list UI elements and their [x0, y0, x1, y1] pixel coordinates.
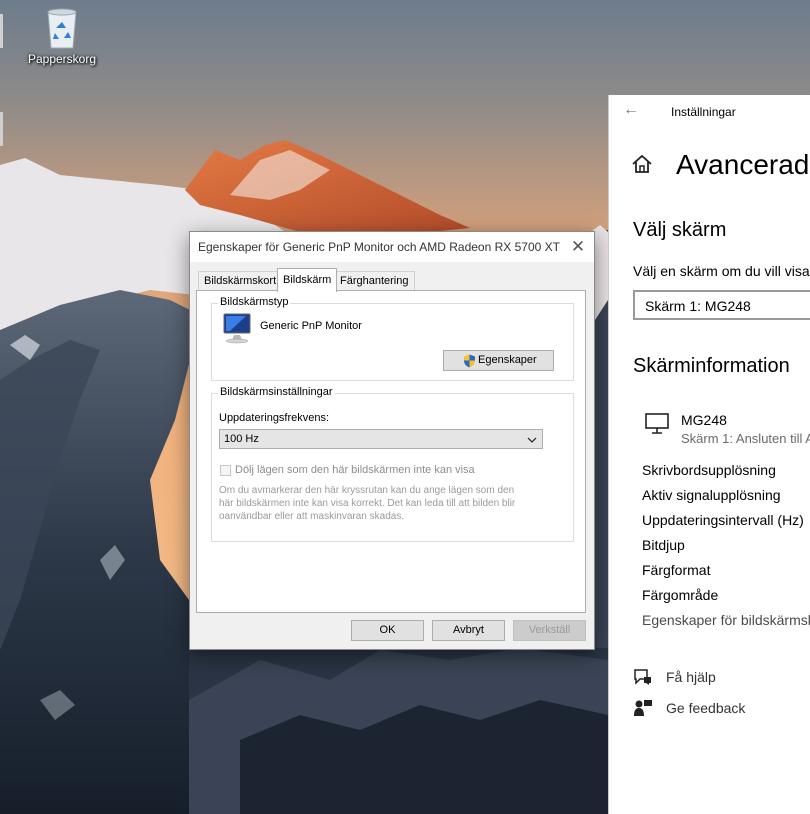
ok-button-label: OK: [379, 624, 396, 636]
home-icon[interactable]: [631, 153, 653, 175]
hide-modes-label: Dölj lägen som den här bildskärmen inte …: [235, 464, 475, 476]
monitor-icon: [223, 313, 251, 344]
monitor-subtitle: Skärm 1: Ansluten till A: [681, 431, 810, 446]
dialog-title: Egenskaper för Generic PnP Monitor och A…: [198, 240, 560, 254]
ok-button[interactable]: OK: [351, 620, 424, 641]
monitor-name-label: Generic PnP Monitor: [260, 320, 362, 332]
info-active-signal-resolution: Aktiv signalupplösning: [642, 487, 781, 503]
monitor-settings-legend: Bildskärmsinställningar: [218, 386, 335, 398]
recycle-bin-icon: [47, 8, 77, 49]
taskbar-edge-top: [0, 14, 3, 48]
settings-window-title: Inställningar: [671, 105, 736, 119]
back-arrow-icon: ←: [623, 101, 639, 118]
feedback-link[interactable]: Ge feedback: [666, 700, 745, 716]
tab-adapter-label: Bildskärmskort: [204, 275, 277, 287]
info-color-space: Färgområde: [642, 587, 719, 603]
help-icon: [634, 669, 651, 685]
taskbar-edge-mid: [0, 112, 3, 146]
info-desktop-resolution: Skrivbordsupplösning: [642, 462, 776, 478]
refresh-rate-value: 100 Hz: [224, 433, 259, 445]
display-select[interactable]: Skärm 1: MG248: [633, 290, 810, 320]
page-heading: Avancerade: [676, 149, 810, 180]
display-select-value: Skärm 1: MG248: [645, 298, 751, 314]
adapter-properties-link[interactable]: Egenskaper för bildskärmsk: [642, 612, 810, 628]
monitor-tab-panel: Bildskärmstyp Generic PnP Monitor Egensk…: [196, 290, 586, 613]
tab-adapter[interactable]: Bildskärmskort: [198, 271, 283, 291]
cancel-button[interactable]: Avbryt: [432, 620, 505, 641]
info-refresh-rate: Uppdateringsintervall (Hz): [642, 512, 804, 528]
warning-line: här bildskärmen inte kan visa korrekt. D…: [219, 498, 516, 509]
hide-modes-checkbox[interactable]: [220, 465, 231, 476]
dialog-titlebar[interactable]: Egenskaper för Generic PnP Monitor och A…: [190, 232, 594, 262]
warning-line: oanvändbar eller att maskinvaran skadas.: [219, 511, 405, 522]
tab-monitor-label: Bildskärm: [283, 274, 332, 286]
refresh-rate-label: Uppdateringsfrekvens:: [219, 412, 330, 424]
choose-display-heading: Välj skärm: [633, 219, 727, 241]
tab-color-management-label: Färghantering: [340, 275, 409, 287]
monitor-type-legend: Bildskärmstyp: [218, 296, 291, 308]
info-color-format: Färgformat: [642, 562, 711, 578]
monitor-type-group: Bildskärmstyp Generic PnP Monitor Egensk…: [211, 296, 574, 381]
warning-text: Om du avmarkerar den här kryssrutan kan …: [219, 484, 515, 523]
monitor-properties-dialog: Egenskaper för Generic PnP Monitor och A…: [189, 231, 595, 650]
cancel-button-label: Avbryt: [453, 624, 484, 636]
apply-button-label: Verkställ: [528, 624, 571, 636]
settings-window: ← Inställningar Avancerade Välj skärm Vä…: [608, 95, 810, 814]
tab-monitor[interactable]: Bildskärm: [277, 268, 338, 292]
warning-line: Om du avmarkerar den här kryssrutan kan …: [219, 485, 515, 496]
back-button[interactable]: ←: [623, 101, 639, 119]
refresh-rate-select[interactable]: 100 Hz: [219, 429, 543, 449]
monitor-properties-button[interactable]: Egenskaper: [443, 350, 554, 371]
monitor-properties-label: Egenskaper: [478, 354, 537, 366]
recycle-bin-label: Papperskorg: [27, 52, 97, 66]
monitor-settings-group: Bildskärmsinställningar Uppdateringsfrek…: [211, 386, 574, 542]
display-info-heading: Skärminformation: [633, 355, 790, 377]
tab-color-management[interactable]: Färghantering: [334, 271, 415, 291]
info-bit-depth: Bitdjup: [642, 537, 685, 553]
close-icon: ✕: [570, 237, 586, 256]
feedback-icon: [634, 700, 652, 716]
recycle-bin-shortcut[interactable]: Papperskorg: [24, 6, 100, 66]
chevron-down-icon: [527, 437, 537, 443]
apply-button[interactable]: Verkställ: [513, 620, 586, 641]
dialog-close-button[interactable]: ✕: [562, 232, 594, 262]
help-link[interactable]: Få hjälp: [666, 669, 716, 685]
monitor-outline-icon: [645, 413, 669, 434]
uac-shield-icon: [464, 354, 475, 368]
monitor-name: MG248: [681, 412, 727, 428]
choose-display-text: Välj en skärm om du vill visa: [633, 263, 810, 279]
